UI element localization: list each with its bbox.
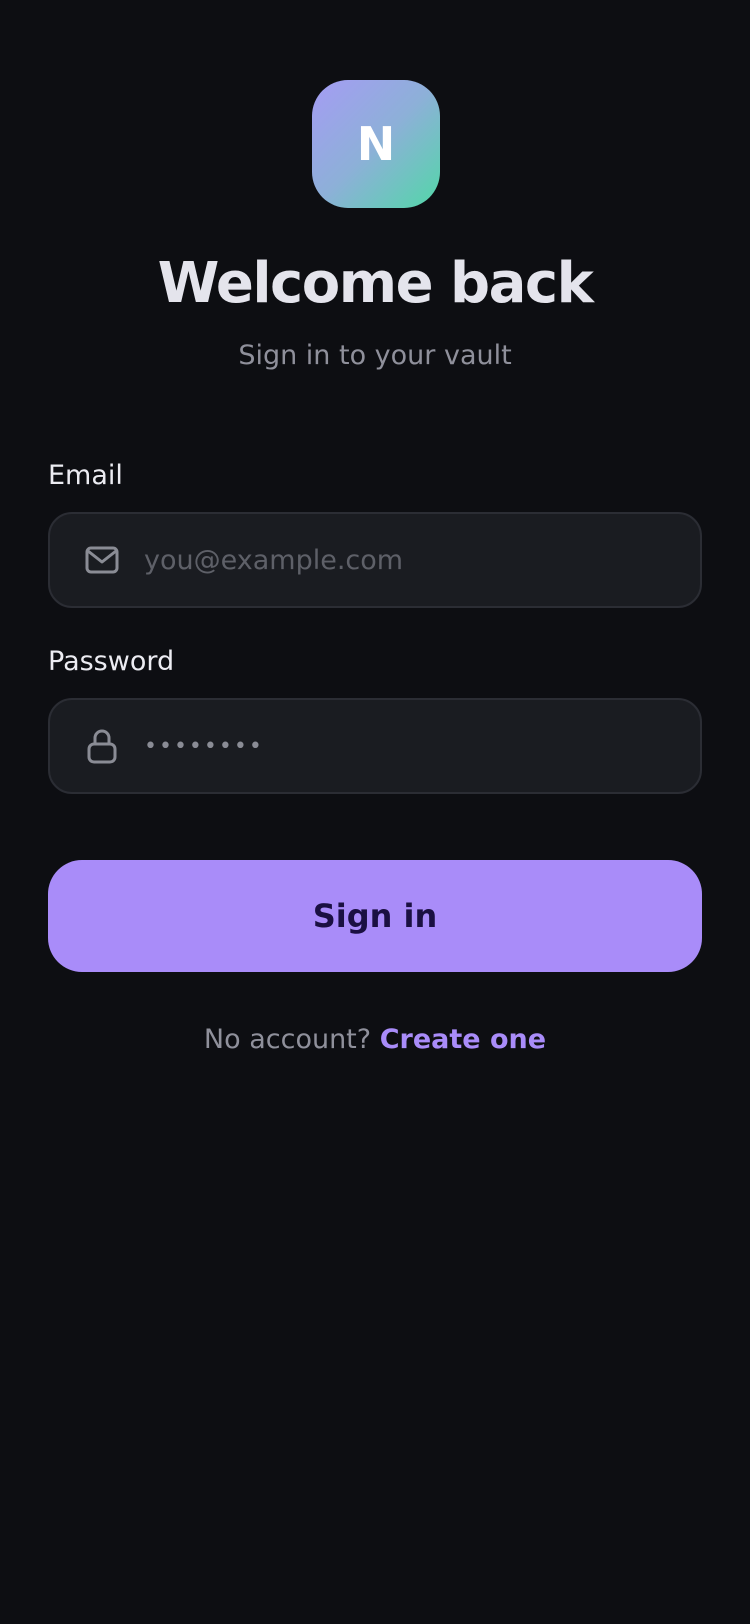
email-input[interactable]	[144, 530, 664, 590]
logo-letter: N	[356, 117, 396, 171]
email-field[interactable]	[48, 512, 702, 608]
lock-icon	[84, 728, 120, 764]
password-field[interactable]	[48, 698, 702, 794]
mail-icon	[84, 542, 120, 578]
app-logo: N	[312, 80, 440, 208]
signup-prompt: No account?	[203, 1024, 372, 1055]
create-account-link[interactable]: Create one	[380, 1024, 546, 1055]
login-screen: N Welcome back Sign in to your vault Ema…	[0, 0, 750, 1624]
sign-in-button[interactable]: Sign in	[48, 860, 702, 972]
page-subtitle: Sign in to your vault	[238, 340, 512, 371]
signup-row: No account? Create one	[0, 1020, 750, 1060]
password-input[interactable]	[144, 716, 664, 776]
password-label: Password	[48, 646, 175, 677]
page-title: Welcome back	[157, 251, 594, 316]
email-label: Email	[48, 460, 123, 491]
